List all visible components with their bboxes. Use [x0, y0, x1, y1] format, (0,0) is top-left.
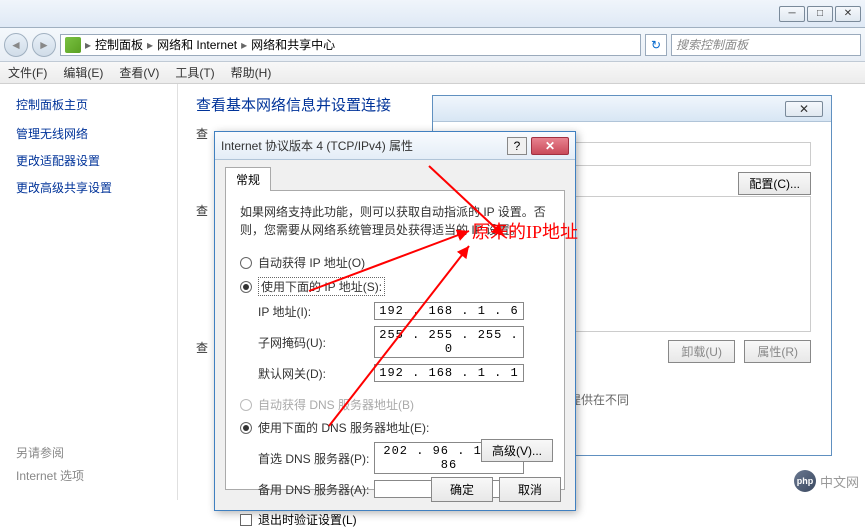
ipv4-title: Internet 协议版本 4 (TCP/IPv4) 属性 — [221, 137, 507, 154]
ipv4-body: 常规 如果网络支持此功能，则可以获取自动指派的 IP 设置。否则，您需要从网络系… — [215, 160, 575, 510]
gateway-label: 默认网关(D): — [258, 365, 374, 382]
maximize-button[interactable]: □ — [807, 6, 833, 22]
sidebar-title[interactable]: 控制面板主页 — [16, 96, 161, 113]
close-button[interactable]: ✕ — [531, 137, 569, 155]
navigation-bar: ◄ ► ▸ 控制面板 ▸ 网络和 Internet ▸ 网络和共享中心 ↻ 搜索… — [0, 28, 865, 62]
validate-checkbox-row[interactable]: 退出时验证设置(L) — [240, 511, 550, 528]
menu-help[interactable]: 帮助(H) — [231, 64, 272, 81]
control-panel-icon — [65, 37, 81, 53]
minimize-button[interactable]: ─ — [779, 6, 805, 22]
ip-address-label: IP 地址(I): — [258, 303, 374, 320]
sidebar-link-wireless[interactable]: 管理无线网络 — [16, 125, 161, 142]
subnet-mask-row: 子网掩码(U): 255 . 255 . 255 . 0 — [240, 323, 550, 361]
sidebar: 控制面板主页 管理无线网络 更改适配器设置 更改高级共享设置 另请参阅 Inte… — [0, 84, 178, 500]
dialog-footer: 确定 取消 — [431, 477, 561, 502]
window-titlebar: ─ □ ✕ — [0, 0, 865, 28]
breadcrumb-seg-1[interactable]: 控制面板 — [95, 36, 143, 53]
menu-bar: 文件(F) 编辑(E) 查看(V) 工具(T) 帮助(H) — [0, 62, 865, 84]
ip-address-input[interactable]: 192 . 168 . 1 . 6 — [374, 302, 524, 320]
checkbox-icon[interactable] — [240, 514, 252, 526]
back-button[interactable]: ◄ — [4, 33, 28, 57]
dns2-label: 备用 DNS 服务器(A): — [258, 481, 374, 498]
window-close-button[interactable]: ✕ — [835, 6, 861, 22]
forward-button[interactable]: ► — [32, 33, 56, 57]
menu-view[interactable]: 查看(V) — [119, 64, 159, 81]
watermark-logo-icon: php — [794, 470, 816, 492]
menu-tools[interactable]: 工具(T) — [175, 64, 214, 81]
radio-checked-icon[interactable] — [240, 422, 252, 434]
uninstall-button[interactable]: 卸载(U) — [668, 340, 735, 363]
watermark: php 中文网 — [794, 470, 859, 492]
ipv4-properties-dialog: Internet 协议版本 4 (TCP/IPv4) 属性 ? ✕ 常规 如果网… — [214, 131, 576, 511]
refresh-button[interactable]: ↻ — [645, 34, 667, 56]
sidebar-footer: 另请参阅 Internet 选项 — [16, 444, 84, 490]
cancel-button[interactable]: 取消 — [499, 477, 561, 502]
adapter-dialog-title: ✕ — [433, 96, 831, 122]
subnet-mask-label: 子网掩码(U): — [258, 334, 374, 351]
manual-dns-radio-row[interactable]: 使用下面的 DNS 服务器地址(E): — [240, 416, 550, 439]
dns1-label: 首选 DNS 服务器(P): — [258, 450, 374, 467]
subnet-mask-input[interactable]: 255 . 255 . 255 . 0 — [374, 326, 524, 358]
adapter-close-button[interactable]: ✕ — [785, 101, 823, 117]
configure-button[interactable]: 配置(C)... — [738, 172, 811, 195]
validate-label: 退出时验证设置(L) — [258, 511, 357, 528]
see-also-label: 另请参阅 — [16, 444, 84, 461]
radio-checked-icon[interactable] — [240, 281, 252, 293]
chevron-right-icon: ▸ — [83, 38, 93, 52]
manual-dns-label: 使用下面的 DNS 服务器地址(E): — [258, 419, 429, 436]
tab-general[interactable]: 常规 — [225, 167, 271, 191]
sidebar-link-adapter[interactable]: 更改适配器设置 — [16, 152, 161, 169]
chevron-right-icon: ▸ — [145, 38, 155, 52]
auto-ip-radio-row[interactable]: 自动获得 IP 地址(O) — [240, 251, 550, 274]
breadcrumb-seg-3[interactable]: 网络和共享中心 — [251, 36, 335, 53]
search-placeholder: 搜索控制面板 — [676, 36, 748, 53]
auto-dns-label: 自动获得 DNS 服务器地址(B) — [258, 396, 414, 413]
chevron-right-icon: ▸ — [239, 38, 249, 52]
radio-disabled-icon — [240, 399, 252, 411]
auto-dns-radio-row: 自动获得 DNS 服务器地址(B) — [240, 393, 550, 416]
help-button[interactable]: ? — [507, 137, 527, 155]
menu-edit[interactable]: 编辑(E) — [63, 64, 103, 81]
ok-button[interactable]: 确定 — [431, 477, 493, 502]
sidebar-link-advanced[interactable]: 更改高级共享设置 — [16, 179, 161, 196]
breadcrumb-seg-2[interactable]: 网络和 Internet — [157, 36, 237, 53]
manual-ip-label: 使用下面的 IP 地址(S): — [258, 277, 385, 296]
ip-address-row: IP 地址(I): 192 . 168 . 1 . 6 — [240, 299, 550, 323]
ipv4-description: 如果网络支持此功能，则可以获取自动指派的 IP 设置。否则，您需要从网络系统管理… — [240, 203, 550, 239]
advanced-button[interactable]: 高级(V)... — [481, 439, 553, 462]
breadcrumb[interactable]: ▸ 控制面板 ▸ 网络和 Internet ▸ 网络和共享中心 — [60, 34, 641, 56]
manual-ip-radio-row[interactable]: 使用下面的 IP 地址(S): — [240, 274, 550, 299]
search-input[interactable]: 搜索控制面板 — [671, 34, 861, 56]
gateway-input[interactable]: 192 . 168 . 1 . 1 — [374, 364, 524, 382]
menu-file[interactable]: 文件(F) — [8, 64, 47, 81]
auto-ip-label: 自动获得 IP 地址(O) — [258, 254, 365, 271]
properties-button[interactable]: 属性(R) — [744, 340, 811, 363]
ipv4-titlebar[interactable]: Internet 协议版本 4 (TCP/IPv4) 属性 ? ✕ — [215, 132, 575, 160]
internet-options-link[interactable]: Internet 选项 — [16, 467, 84, 484]
watermark-text: 中文网 — [820, 472, 859, 491]
gateway-row: 默认网关(D): 192 . 168 . 1 . 1 — [240, 361, 550, 385]
radio-icon[interactable] — [240, 257, 252, 269]
